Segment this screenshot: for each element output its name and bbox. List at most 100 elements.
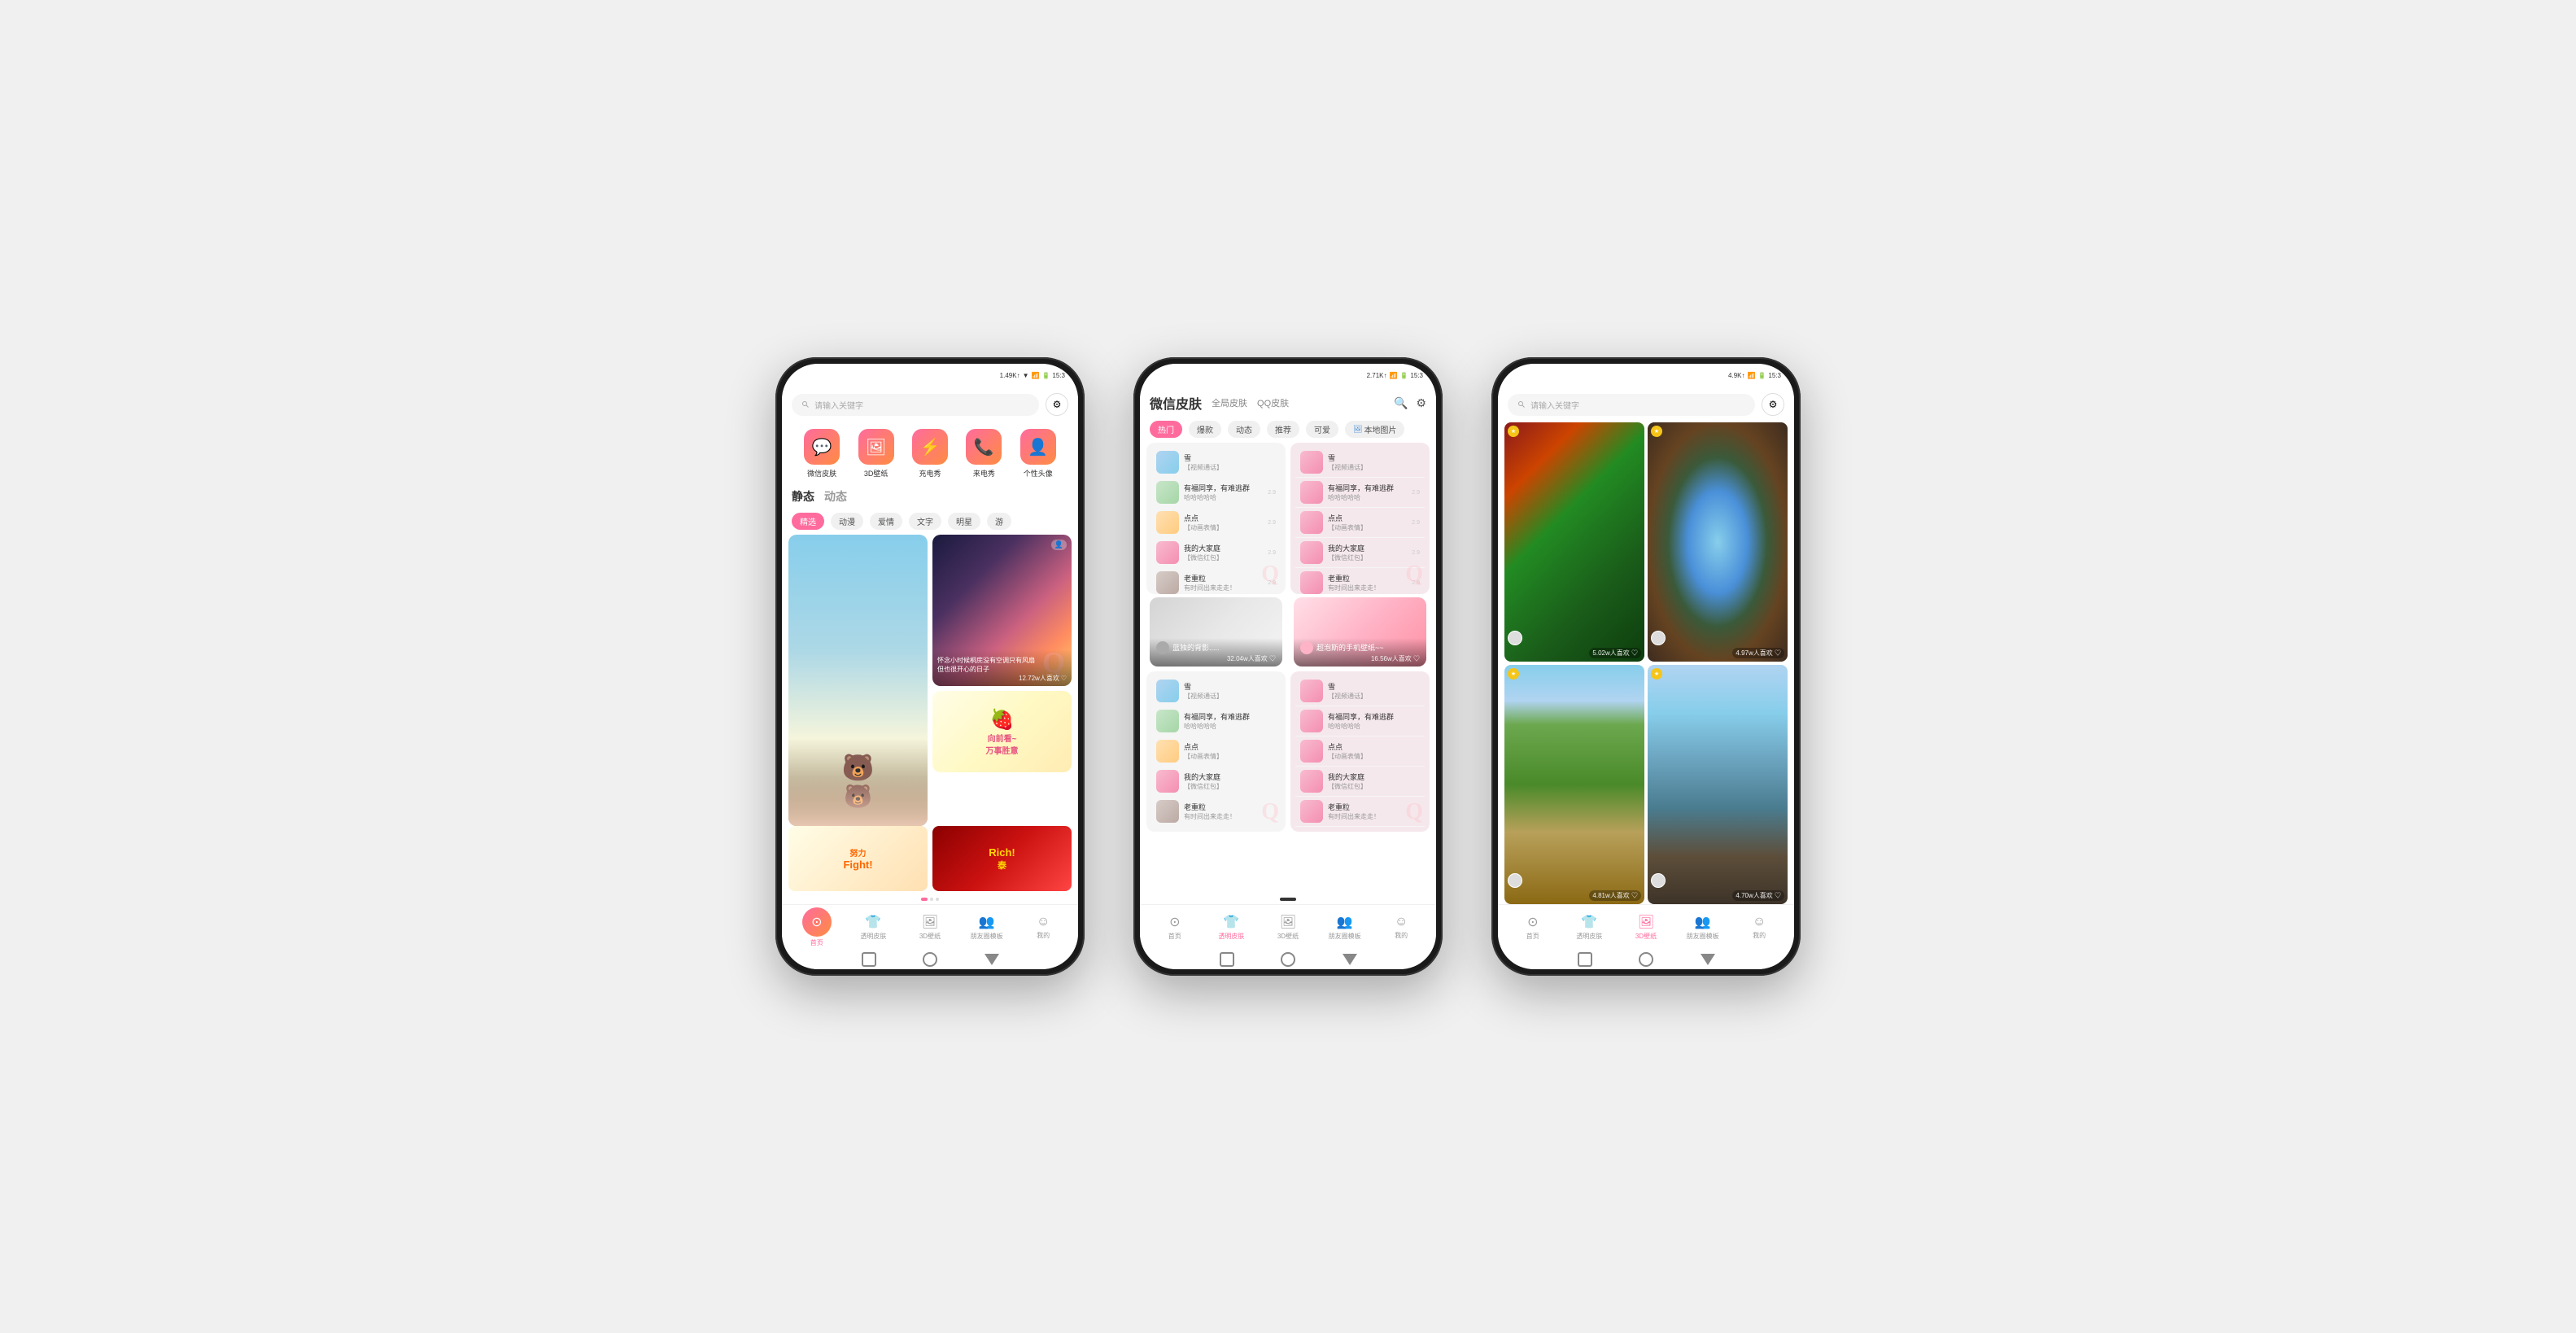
- sys-recent-2[interactable]: [1343, 954, 1357, 965]
- wp-sunset-text: 怀念小时候桐庑没有空调只有风扇但也很开心的日子: [937, 656, 1067, 674]
- chat-item-dian-r: 点点 【动画表情】 2.9: [1295, 508, 1425, 538]
- chat-item-snow-r: 雪 【视频通话】: [1295, 448, 1425, 478]
- nav-mine-label-3: 我的: [1753, 931, 1766, 940]
- settings-icon-2[interactable]: ⚙: [1416, 396, 1426, 410]
- quick-action-3d[interactable]: 🖼 3D壁纸: [858, 429, 894, 479]
- search-input-1[interactable]: 请输入关键字: [792, 394, 1039, 416]
- filter-dynamic[interactable]: 动态: [1228, 421, 1260, 438]
- nav-mine-3[interactable]: ☺ 我的: [1731, 915, 1788, 940]
- nav-skin-label-1: 透明皮肤: [860, 932, 886, 941]
- wp4-nature[interactable]: ★ 5.02w人喜欢 ♡: [1504, 422, 1644, 662]
- wp4-badge-1: ★: [1508, 426, 1519, 437]
- filter-pop[interactable]: 爆款: [1189, 421, 1221, 438]
- nav-3d-2[interactable]: 🖼 3D壁纸: [1260, 914, 1316, 941]
- skin-preview2-right[interactable]: Q 雪 【视频通话】: [1290, 671, 1430, 832]
- sys-recent-3[interactable]: [1701, 954, 1715, 965]
- wallpaper-rich[interactable]: Rich! 泰: [932, 826, 1072, 891]
- search-input-3[interactable]: 请输入关键字: [1508, 394, 1755, 416]
- dots-indicator-1: [782, 894, 1078, 904]
- quick-action-call[interactable]: 📞 来电秀: [966, 429, 1002, 479]
- search-placeholder-1: 请输入关键字: [814, 399, 863, 411]
- search-bar-3[interactable]: 请输入关键字 ⚙: [1498, 387, 1794, 422]
- wallpaper-strawberry[interactable]: 🍓 向前看~ 万事胜意: [932, 691, 1072, 772]
- skin-preview2-left[interactable]: Q 雪 【视频通话】: [1146, 671, 1286, 832]
- nav-skin-3[interactable]: 👕 透明皮肤: [1561, 914, 1618, 941]
- filter-jingxuan[interactable]: 精选: [792, 513, 824, 530]
- wp4-badge-4: ★: [1651, 668, 1662, 680]
- nav-moments-3[interactable]: 👥 朋友圈模板: [1674, 914, 1731, 941]
- skin-preview-left[interactable]: Q 雪 【视频通话】: [1146, 443, 1286, 594]
- filter-aiqing[interactable]: 爱情: [870, 513, 902, 530]
- wp4-avatar-4: [1651, 873, 1666, 888]
- wechat-tab-global[interactable]: 全局皮肤: [1212, 396, 1247, 409]
- filter-wenzi[interactable]: 文字: [909, 513, 941, 530]
- nav-home-1[interactable]: ⊙ 首页: [788, 907, 845, 947]
- search-icon-2[interactable]: 🔍: [1394, 396, 1408, 410]
- chat-col2-left: Q 雪 【视频通话】: [1146, 671, 1286, 895]
- nav-3d-3[interactable]: 🖼 3D壁纸: [1618, 914, 1674, 941]
- nav-mine-2[interactable]: ☺ 我的: [1373, 915, 1430, 940]
- filter-recommend[interactable]: 推荐: [1267, 421, 1299, 438]
- sys-back-1[interactable]: [862, 952, 876, 967]
- search-icon-3: [1517, 400, 1526, 409]
- search-bar-1[interactable]: 请输入关键字 ⚙: [782, 387, 1078, 422]
- wallpaper-fight[interactable]: 努力 Fight!: [788, 826, 928, 891]
- quick-actions-1: 💬 微信皮肤 🖼 3D壁纸 ⚡: [782, 422, 1078, 485]
- quick-action-wechat[interactable]: 💬 微信皮肤: [804, 429, 840, 479]
- wp4-tunnel[interactable]: ★ 4.97w人喜欢 ♡: [1648, 422, 1788, 662]
- dot-3: [936, 898, 939, 901]
- sys-home-1[interactable]: [923, 952, 937, 967]
- bottom-nav-3: ⊙ 首页 👕 透明皮肤 🖼 3D壁纸 👥 朋友圈模板: [1498, 904, 1794, 950]
- wallpaper-4grid: ★ 5.02w人喜欢 ♡: [1498, 422, 1794, 904]
- nav-home-3[interactable]: ⊙ 首页: [1504, 914, 1561, 941]
- nav-mine-1[interactable]: ☺ 我的: [1015, 915, 1072, 940]
- wechat-tab-qq[interactable]: QQ皮肤: [1257, 396, 1289, 409]
- sys-home-3[interactable]: [1639, 952, 1653, 967]
- nav-3d-label-1: 3D壁纸: [919, 932, 941, 941]
- wp4-path[interactable]: ★ 4.81w人喜欢 ♡: [1504, 665, 1644, 904]
- sys-back-2[interactable]: [1220, 952, 1234, 967]
- qa-label-wechat: 微信皮肤: [807, 468, 836, 479]
- qa-label-call: 来电秀: [973, 468, 995, 479]
- filter-hot[interactable]: 热门: [1150, 421, 1182, 438]
- qa-label-charge: 充电秀: [919, 468, 941, 479]
- filter-local[interactable]: 🖼 本地图片: [1345, 421, 1404, 438]
- filter-tags-2: 热门 爆款 动态 推荐 可爱 🖼 本地图片: [1140, 416, 1436, 443]
- settings-icon-3[interactable]: ⚙: [1762, 393, 1784, 416]
- nav-moments-2[interactable]: 👥 朋友圈模板: [1316, 914, 1373, 941]
- filter-cute[interactable]: 可爱: [1306, 421, 1338, 438]
- skin-card-2[interactable]: 超泡斯的手机壁纸~~ 16.56w人喜欢 ♡: [1294, 597, 1426, 666]
- dot-1: [921, 898, 928, 901]
- wallpaper-sunset[interactable]: Q 怀念小时候桐庑没有空调只有风扇但也很开心的日子 12.72w人喜欢 ♡ 👤: [932, 535, 1072, 686]
- nav-home-2[interactable]: ⊙ 首页: [1146, 914, 1203, 941]
- chat-item-group-l: 有福同享，有难逃群 哈哈哈哈哈 2.9: [1151, 478, 1281, 508]
- time-2: 15:3: [1410, 372, 1423, 379]
- quick-action-avatar[interactable]: 👤 个性头像: [1020, 429, 1056, 479]
- quick-action-charge[interactable]: ⚡ 充电秀: [912, 429, 948, 479]
- filter-dongman[interactable]: 动漫: [831, 513, 863, 530]
- wp4-sea[interactable]: ★ 4.70w人喜欢 ♡: [1648, 665, 1788, 904]
- filter-mingxing[interactable]: 明星: [948, 513, 980, 530]
- filter-you[interactable]: 游: [987, 513, 1011, 530]
- skin-preview-right[interactable]: Q 雪 【视频通话】: [1290, 443, 1430, 594]
- wechat-header: 微信皮肤 全局皮肤 QQ皮肤 🔍 ⚙: [1140, 387, 1436, 416]
- nav-3d-1[interactable]: 🖼 3D壁纸: [902, 914, 958, 941]
- skin-card-1[interactable]: 蓝独的背影..... 32.04w人喜欢 ♡: [1150, 597, 1282, 666]
- sys-back-3[interactable]: [1578, 952, 1592, 967]
- nav-home-label-3: 首页: [1526, 932, 1539, 941]
- nav-skin-icon-2: 👕: [1223, 914, 1239, 930]
- settings-icon-1[interactable]: ⚙: [1046, 393, 1068, 416]
- chat-list: Q 雪 【视频通话】: [1140, 443, 1436, 666]
- tab-static[interactable]: 静态: [792, 488, 814, 505]
- tab-dynamic[interactable]: 动态: [824, 488, 847, 505]
- sys-buttons-3: [1498, 950, 1794, 969]
- chat-col2-right: Q 雪 【视频通话】: [1290, 671, 1430, 895]
- nav-mine-icon-2: ☺: [1395, 915, 1408, 929]
- bottom-nav-2: ⊙ 首页 👕 透明皮肤 🖼 3D壁纸 👥 朋友圈模板: [1140, 904, 1436, 950]
- wallpaper-bear[interactable]: 🐻 🐻: [788, 535, 928, 826]
- nav-skin-2[interactable]: 👕 透明皮肤: [1203, 914, 1260, 941]
- nav-skin-1[interactable]: 👕 透明皮肤: [845, 914, 902, 941]
- sys-home-2[interactable]: [1281, 952, 1295, 967]
- sys-recent-1[interactable]: [985, 954, 999, 965]
- nav-moments-1[interactable]: 👥 朋友圈模板: [958, 914, 1015, 941]
